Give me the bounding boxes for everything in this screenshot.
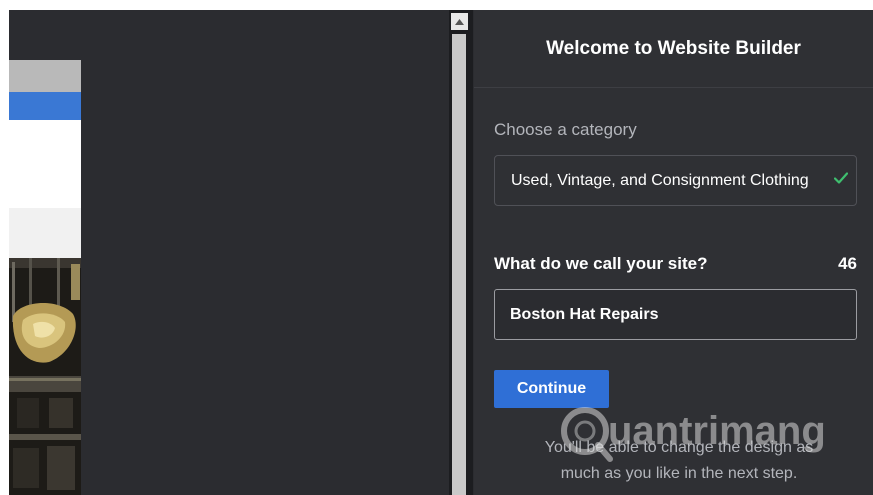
design-hint-line-2: much as you like in the next step. bbox=[560, 465, 798, 482]
continue-button[interactable]: Continue bbox=[494, 370, 609, 408]
scrollbar[interactable] bbox=[449, 10, 473, 495]
preview-titlebar bbox=[9, 60, 81, 92]
preview-hero-image bbox=[9, 258, 81, 495]
panel-title: Welcome to Website Builder bbox=[474, 10, 873, 88]
template-preview[interactable] bbox=[9, 60, 81, 495]
chevron-up-icon bbox=[455, 18, 464, 25]
scroll-up-button[interactable] bbox=[451, 13, 468, 30]
screenshot-frame: Welcome to Website Builder Choose a cate… bbox=[0, 0, 873, 495]
preview-subheader bbox=[9, 208, 81, 258]
website-builder-app: Welcome to Website Builder Choose a cate… bbox=[9, 10, 873, 495]
preview-header-area bbox=[9, 120, 81, 208]
site-name-input[interactable] bbox=[494, 289, 857, 340]
site-name-char-count: 46 bbox=[838, 254, 857, 273]
category-label: Choose a category bbox=[494, 120, 637, 139]
check-icon bbox=[834, 172, 848, 184]
site-name-label: What do we call your site? bbox=[494, 254, 708, 273]
scroll-thumb[interactable] bbox=[452, 34, 466, 495]
design-hint: You'll be able to change the design as m… bbox=[514, 435, 844, 487]
preview-nav-bar bbox=[9, 92, 81, 120]
design-hint-line-1: You'll be able to change the design as bbox=[544, 439, 814, 456]
category-select[interactable]: Used, Vintage, and Consignment Clothing bbox=[494, 155, 857, 206]
builder-panel: Welcome to Website Builder Choose a cate… bbox=[474, 10, 873, 495]
category-select-value: Used, Vintage, and Consignment Clothing bbox=[511, 172, 809, 189]
